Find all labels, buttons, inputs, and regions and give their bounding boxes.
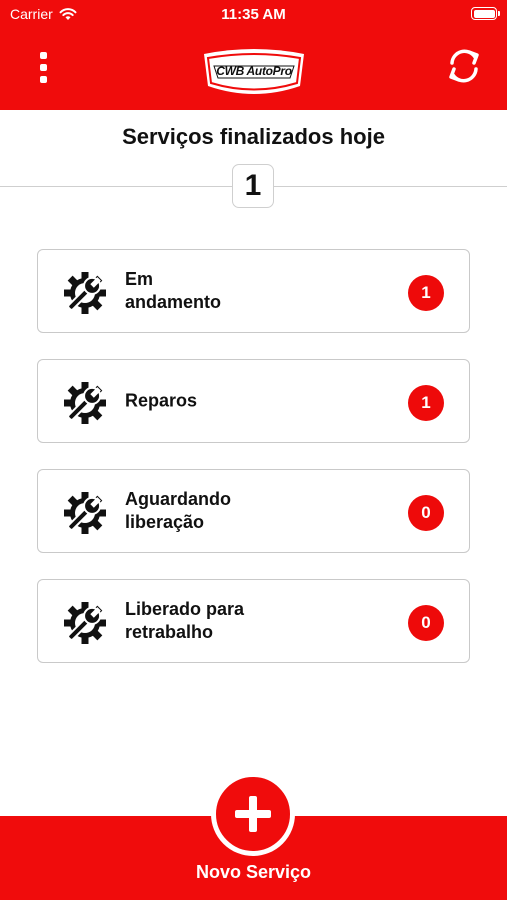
menu-button[interactable] — [30, 48, 58, 88]
count-badge: 0 — [408, 495, 444, 531]
plus-icon — [235, 796, 271, 832]
gear-wrench-icon — [64, 272, 106, 314]
refresh-button[interactable] — [444, 46, 484, 86]
page-title: Serviços finalizados hoje — [122, 124, 385, 149]
card-reparos[interactable]: Reparos 1 — [37, 359, 470, 443]
refresh-icon — [449, 49, 479, 83]
card-label: Reparos — [125, 390, 198, 411]
card-label: Aguardando liberação — [125, 489, 231, 532]
battery-icon — [471, 7, 500, 20]
app-logo: CWB AutoPro — [198, 46, 310, 102]
count-badge: 1 — [408, 275, 444, 311]
card-aguardando-liberacao[interactable]: Aguardando liberação 0 — [37, 469, 470, 553]
gear-wrench-icon — [64, 382, 106, 424]
new-service-button[interactable] — [211, 772, 295, 856]
status-bar: Carrier 11:35 AM — [0, 0, 507, 28]
app-header: Carrier 11:35 AM CWB AutoPro — [0, 0, 507, 110]
clock: 11:35 AM — [221, 6, 286, 23]
count-badge: 0 — [408, 605, 444, 641]
card-label: Em andamento — [125, 269, 222, 312]
card-em-andamento[interactable]: Em andamento 1 — [37, 249, 470, 333]
logo-text: CWB AutoPro — [216, 64, 292, 78]
card-liberado-retrabalho[interactable]: Liberado para retrabalho 0 — [37, 579, 470, 663]
count-badge: 1 — [408, 385, 444, 421]
finished-count: 1 — [232, 164, 274, 208]
gear-wrench-icon — [64, 602, 106, 644]
gear-wrench-icon — [64, 492, 106, 534]
new-service-label[interactable]: Novo Serviço — [0, 862, 507, 883]
card-label: Liberado para retrabalho — [125, 599, 245, 642]
